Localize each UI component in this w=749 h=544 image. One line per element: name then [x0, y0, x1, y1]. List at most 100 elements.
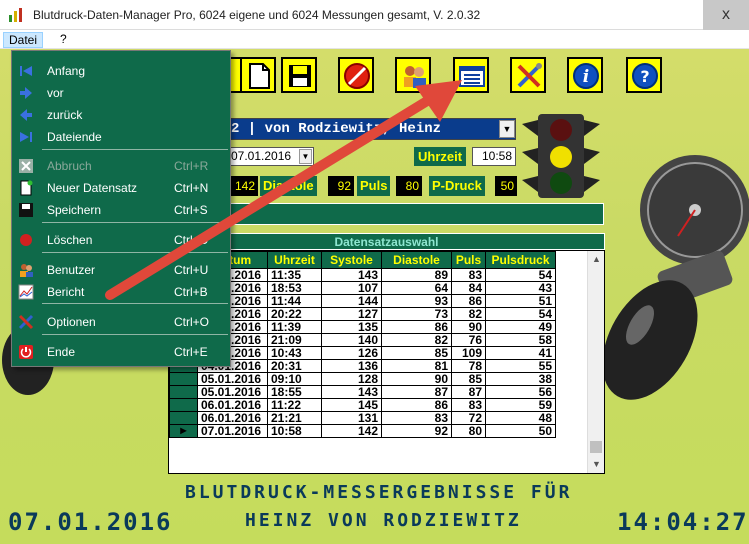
menu-item-löschen[interactable]: Löschen Ctrl+D — [12, 229, 230, 251]
scroll-down-icon[interactable]: ▼ — [588, 456, 605, 473]
help-button[interactable]: ? — [626, 57, 662, 93]
title-bar: Blutdruck-Daten-Manager Pro, 6024 eigene… — [0, 0, 749, 30]
current-row-indicator-icon[interactable]: ▶ — [169, 424, 198, 438]
table-cell: 87 — [381, 385, 452, 399]
table-cell: 86 — [381, 320, 452, 334]
delete-icon — [20, 234, 32, 246]
menu-item-abbruch[interactable]: Abbruch Ctrl+R — [12, 155, 230, 177]
table-cell: 107 — [321, 281, 382, 295]
users-icon — [20, 264, 33, 277]
table-cell: 80 — [451, 424, 486, 438]
table-cell: 11:35 — [267, 268, 322, 282]
column-header[interactable]: Systole — [321, 251, 382, 269]
options-button[interactable] — [510, 57, 546, 93]
new-record-button[interactable] — [240, 57, 276, 93]
menu-item-shortcut: Ctrl+B — [174, 285, 208, 299]
menu-item-neuer-datensatz[interactable]: Neuer Datensatz Ctrl+N — [12, 177, 230, 199]
clock-time: 14:04:27 — [617, 508, 749, 536]
app-icon — [9, 8, 22, 22]
svg-text:?: ? — [640, 67, 649, 86]
menu-item-vor[interactable]: vor — [12, 82, 230, 104]
menu-item-label: Löschen — [47, 233, 93, 247]
new-record-icon — [20, 180, 33, 196]
menu-item-label: zurück — [47, 108, 83, 122]
scroll-thumb[interactable] — [590, 441, 602, 453]
table-cell: 43 — [485, 281, 556, 295]
forward-icon — [20, 87, 32, 99]
row-selector[interactable] — [169, 385, 198, 399]
window-title: Blutdruck-Daten-Manager Pro, 6024 eigene… — [33, 8, 481, 22]
table-cell: 05.01.2016 — [197, 372, 268, 386]
options-icon — [18, 314, 34, 330]
table-cell: 64 — [381, 281, 452, 295]
menu-item-optionen[interactable]: Optionen Ctrl+O — [12, 311, 230, 333]
table-cell: 86 — [451, 294, 486, 308]
table-cell: 140 — [321, 333, 382, 347]
delete-button[interactable] — [338, 57, 374, 93]
menu-item-label: Optionen — [47, 315, 96, 329]
column-header[interactable]: Puls — [451, 251, 486, 269]
column-header[interactable]: Uhrzeit — [267, 251, 322, 269]
table-row[interactable]: 05.01.2016 09:10 128 90 85 38 — [169, 372, 556, 386]
table-row[interactable]: 05.01.2016 18:55 143 87 87 56 — [169, 385, 556, 399]
table-cell: 93 — [381, 294, 452, 308]
users-button[interactable] — [395, 57, 431, 93]
menu-item-anfang[interactable]: Anfang — [12, 60, 230, 82]
diastole-field[interactable]: 92 — [328, 176, 354, 196]
row-selector[interactable] — [169, 411, 198, 425]
last-record-icon — [20, 132, 32, 142]
menu-item-speichern[interactable]: Speichern Ctrl+S — [12, 199, 230, 221]
table-cell: 144 — [321, 294, 382, 308]
user-select[interactable]: 2 | von Rodziewitz, Heinz — [226, 118, 516, 140]
column-header[interactable]: Pulsdruck — [485, 251, 556, 269]
menu-item-bericht[interactable]: Bericht Ctrl+B — [12, 281, 230, 303]
table-cell: 83 — [451, 268, 486, 282]
table-cell: 135 — [321, 320, 382, 334]
menu-item-shortcut: Ctrl+O — [174, 315, 210, 329]
pdruck-field[interactable]: 50 — [495, 176, 517, 196]
table-cell: 89 — [381, 268, 452, 282]
table-cell: 109 — [451, 346, 486, 360]
table-cell: 21:09 — [267, 333, 322, 347]
table-cell: 18:55 — [267, 385, 322, 399]
column-header[interactable]: Diastole — [381, 251, 452, 269]
report-button[interactable] — [453, 57, 489, 93]
datei-menu: Anfang vor zurück Dateiende Abbruch Ctrl+R Neu… — [11, 50, 231, 367]
table-row[interactable]: 06.01.2016 11:22 145 86 83 59 — [169, 398, 556, 412]
uhrzeit-field[interactable]: 10:58 — [472, 147, 516, 166]
table-cell: 18:53 — [267, 281, 322, 295]
row-selector[interactable] — [169, 398, 198, 412]
row-selector[interactable] — [169, 372, 198, 386]
menu-help[interactable]: ? — [55, 32, 72, 48]
close-button[interactable]: x — [703, 0, 749, 30]
banner-title: BLUTDRUCK-MESSERGEBNISSE FÜR — [185, 482, 573, 503]
menu-item-shortcut: Ctrl+S — [174, 203, 208, 217]
table-row[interactable]: ▶ 07.01.2016 10:58 142 92 80 50 — [169, 424, 556, 438]
scroll-up-icon[interactable]: ▲ — [588, 251, 605, 268]
table-cell: 11:44 — [267, 294, 322, 308]
chevron-down-icon[interactable]: ▼ — [499, 120, 515, 138]
table-row[interactable]: 06.01.2016 21:21 131 83 72 48 — [169, 411, 556, 425]
info-button[interactable]: i — [567, 57, 603, 93]
menu-item-dateiende[interactable]: Dateiende — [12, 126, 230, 148]
menu-item-ende[interactable]: Ende Ctrl+E — [12, 341, 230, 363]
table-caption: Datensatzauswahl — [168, 233, 605, 250]
table-scrollbar[interactable]: ▲ ▼ — [587, 251, 604, 473]
info-icon: i — [573, 63, 599, 89]
comment-field[interactable] — [226, 203, 604, 225]
table-cell: 09:10 — [267, 372, 322, 386]
menu-separator — [42, 149, 228, 150]
puls-label: Puls — [357, 176, 391, 196]
save-button[interactable] — [281, 57, 317, 93]
tools-icon — [517, 63, 542, 88]
chevron-down-icon[interactable]: ▼ — [299, 149, 312, 164]
puls-field[interactable]: 80 — [396, 176, 422, 196]
new-document-icon — [249, 63, 270, 89]
menu-item-zurück[interactable]: zurück — [12, 104, 230, 126]
table-cell: 41 — [485, 346, 556, 360]
menu-item-benutzer[interactable]: Benutzer Ctrl+U — [12, 259, 230, 281]
menu-datei[interactable]: Datei — [3, 32, 44, 48]
menu-item-label: Ende — [47, 345, 76, 359]
table-cell: 20:31 — [267, 359, 322, 373]
table-cell: 59 — [485, 398, 556, 412]
